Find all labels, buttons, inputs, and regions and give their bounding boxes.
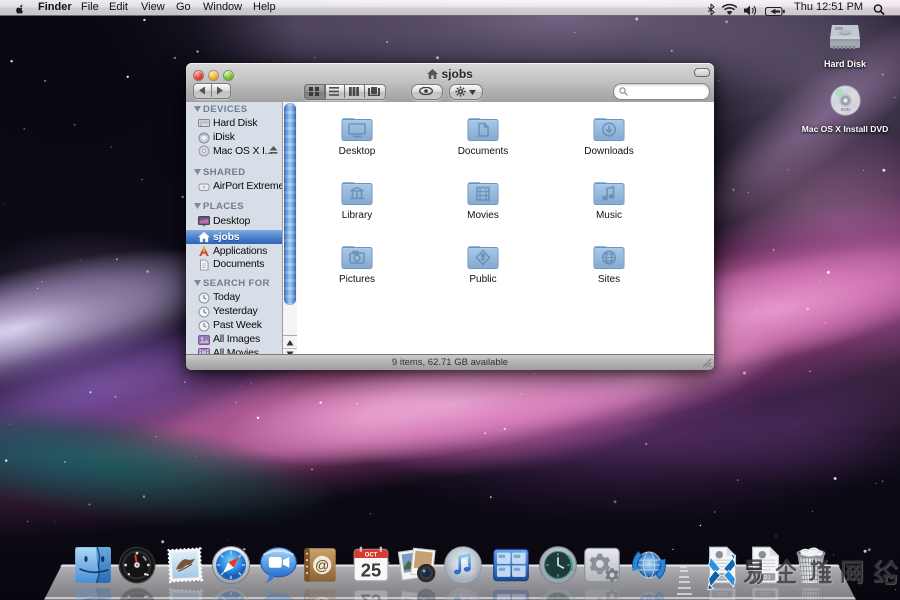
svg-text:@: @	[315, 557, 329, 573]
svg-text:25: 25	[361, 559, 381, 580]
svg-text:DVD: DVD	[841, 107, 851, 112]
svg-text:OCT: OCT	[365, 552, 378, 558]
svg-text:25: 25	[361, 591, 381, 600]
